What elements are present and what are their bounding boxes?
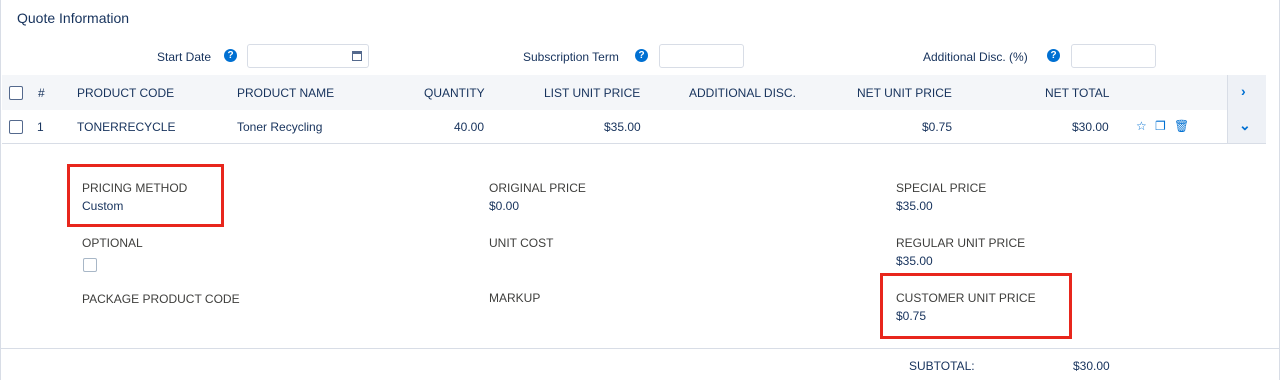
star-icon[interactable]: ☆	[1136, 119, 1147, 133]
column-header-quantity[interactable]: QUANTITY	[424, 86, 485, 100]
column-header-product-name[interactable]: PRODUCT NAME	[237, 86, 334, 100]
markup-label: MARKUP	[489, 291, 541, 305]
package-product-code-label: PACKAGE PRODUCT CODE	[82, 292, 240, 306]
optional-checkbox[interactable]	[83, 258, 97, 272]
net-unit-price-cell: $0.75	[922, 120, 953, 134]
highlight-box-customer-unit-price	[880, 273, 1072, 339]
quantity-cell[interactable]: 40.00	[454, 120, 484, 134]
help-icon[interactable]: ?	[224, 49, 237, 62]
subtotal-label: SUBTOTAL:	[909, 359, 975, 373]
column-header-list-unit-price[interactable]: LIST UNIT PRICE	[544, 86, 640, 100]
clone-icon[interactable]: ❐	[1155, 119, 1166, 133]
customer-unit-price-value: $0.75	[896, 309, 927, 323]
start-date-label: Start Date	[157, 50, 212, 64]
unit-cost-label: UNIT COST	[489, 236, 554, 250]
list-unit-price-cell: $35.00	[604, 120, 641, 134]
net-total-cell: $30.00	[1072, 120, 1109, 134]
footer-divider	[1, 348, 1280, 349]
subscription-term-label: Subscription Term	[523, 50, 619, 64]
calendar-icon[interactable]	[352, 51, 362, 61]
columns-nav-cell[interactable]: ›	[1227, 75, 1266, 110]
product-name-cell: Toner Recycling	[237, 120, 323, 134]
help-icon[interactable]: ?	[635, 49, 648, 62]
column-header-net-total[interactable]: NET TOTAL	[1045, 86, 1109, 100]
customer-unit-price-label: CUSTOMER UNIT PRICE	[896, 291, 1036, 305]
row-select-checkbox[interactable]	[9, 120, 23, 134]
optional-label: OPTIONAL	[82, 236, 143, 250]
chevron-right-icon[interactable]: ›	[1241, 83, 1246, 99]
column-header-additional-disc[interactable]: ADDITIONAL DISC.	[689, 86, 796, 100]
chevron-down-icon[interactable]: ⌄	[1239, 117, 1251, 134]
regular-unit-price-label: REGULAR UNIT PRICE	[896, 236, 1026, 250]
original-price-value: $0.00	[489, 199, 520, 213]
special-price-value: $35.00	[896, 199, 933, 213]
delete-icon[interactable]: 🗑	[1174, 119, 1189, 133]
quote-lines-panel: Quote Information Start Date ? Subscript…	[0, 0, 1280, 380]
help-icon[interactable]: ?	[1047, 49, 1060, 62]
table-header: # PRODUCT CODE PRODUCT NAME QUANTITY LIS…	[2, 75, 1266, 111]
regular-unit-price-value: $35.00	[896, 254, 933, 268]
table-row: 1 TONERRECYCLE Toner Recycling 40.00 $35…	[2, 110, 1266, 144]
pricing-method-value: Custom	[82, 199, 124, 213]
select-all-checkbox[interactable]	[9, 86, 23, 100]
row-expand-cell[interactable]: ⌄	[1227, 110, 1266, 143]
column-header-number: #	[38, 86, 45, 100]
special-price-label: SPECIAL PRICE	[896, 181, 987, 195]
additional-disc-input[interactable]	[1071, 44, 1156, 68]
original-price-label: ORIGINAL PRICE	[489, 181, 586, 195]
row-number: 1	[37, 120, 44, 134]
section-title: Quote Information	[17, 10, 130, 26]
subtotal-value: $30.00	[1073, 359, 1110, 373]
column-header-product-code[interactable]: PRODUCT CODE	[77, 86, 174, 100]
subscription-term-input[interactable]	[659, 44, 744, 68]
additional-disc-label: Additional Disc. (%)	[923, 50, 1028, 64]
product-code-cell: TONERRECYCLE	[77, 120, 176, 134]
highlight-box-pricing-method	[67, 164, 224, 227]
start-date-input[interactable]	[247, 44, 369, 68]
pricing-method-label: PRICING METHOD	[82, 181, 188, 195]
column-header-net-unit-price[interactable]: NET UNIT PRICE	[857, 86, 952, 100]
